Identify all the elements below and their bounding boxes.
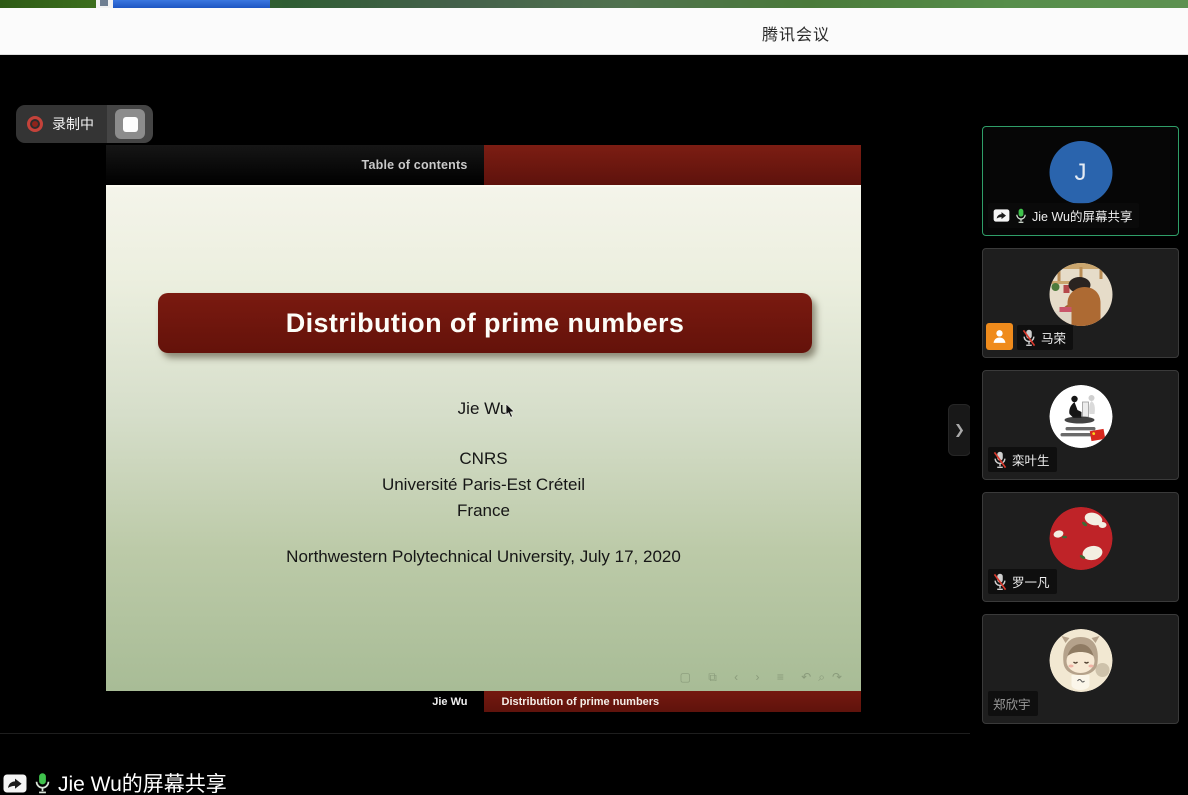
- recording-control: 录制中: [16, 105, 153, 143]
- screen-share-icon: [3, 774, 27, 793]
- participant-label: Jie Wu的屏幕共享: [988, 203, 1139, 228]
- mic-on-icon: [1015, 208, 1027, 224]
- recording-indicator: 录制中: [16, 105, 107, 143]
- beamer-navigation-icons[interactable]: ▢ ⧉ ‹ › ≡ ↶⌕↷: [680, 670, 849, 685]
- slide-footer-title: Distribution of prime numbers: [502, 696, 660, 708]
- slide-author: Jie Wu: [106, 399, 861, 419]
- affiliation-line: France: [106, 498, 861, 524]
- participant-label: 郑欣宇: [988, 691, 1038, 716]
- avatar-floral: [1049, 507, 1112, 570]
- bottom-share-banner: Jie Wu的屏幕共享: [3, 768, 227, 795]
- affiliation-line: Université Paris-Est Créteil: [106, 472, 861, 498]
- participant-name: 马荣: [1041, 328, 1066, 347]
- slide-main-title: Distribution of prime numbers: [286, 308, 685, 339]
- avatar-cartoon: [1049, 629, 1112, 692]
- slide-footer-left: Jie Wu: [106, 691, 484, 712]
- slide-event-line: Northwestern Polytechnical University, J…: [106, 547, 861, 567]
- screen-share-icon: [993, 209, 1010, 222]
- avatar-initial: J: [1075, 159, 1087, 187]
- slide-header: Table of contents: [106, 145, 861, 185]
- avatar-photo: [1049, 263, 1112, 326]
- slide-footer-right: Distribution of prime numbers: [484, 691, 862, 712]
- screen-share-stage: 录制中 Table of contents Distribution of pr…: [0, 55, 970, 795]
- share-banner-label: Jie Wu的屏幕共享: [58, 768, 227, 795]
- participant-name: Jie Wu的屏幕共享: [1032, 206, 1132, 225]
- collapse-sidebar-handle[interactable]: ❯: [948, 404, 971, 456]
- mic-muted-icon: [993, 573, 1007, 591]
- slide-header-title: Table of contents: [362, 158, 468, 172]
- slide-footer-author: Jie Wu: [432, 696, 467, 708]
- chevron-right-icon: ❯: [954, 422, 965, 438]
- participant-label: 罗一凡: [988, 569, 1057, 594]
- participant-tile-jiewu[interactable]: J Jie Wu的屏幕共享: [982, 126, 1179, 236]
- background-window-titlebar: [113, 0, 270, 8]
- desktop-background: [0, 0, 1188, 8]
- window-titlebar: 腾讯会议: [0, 8, 1188, 55]
- participant-tile-marong[interactable]: 马荣: [982, 248, 1179, 358]
- stop-square-glyph: [123, 117, 138, 132]
- mic-on-icon: [34, 772, 51, 795]
- background-window-icon: [100, 0, 108, 6]
- window-title: 腾讯会议: [762, 21, 830, 45]
- participants-sidebar: J Jie Wu的屏幕共享: [970, 55, 1188, 795]
- mouse-cursor-icon: [505, 403, 516, 419]
- participant-name: 郑欣宇: [993, 694, 1031, 713]
- participant-tile-luanyesheng[interactable]: 栾叶生: [982, 370, 1179, 480]
- slide-title-box: Distribution of prime numbers: [158, 293, 812, 353]
- slide-header-left: Table of contents: [106, 145, 484, 185]
- avatar-illustration: [1049, 385, 1112, 448]
- meeting-window: 腾讯会议 录制中 Table of contents: [0, 0, 1188, 795]
- affiliation-line: CNRS: [106, 446, 861, 472]
- recording-dot-icon: [27, 116, 43, 132]
- stop-recording-button[interactable]: [107, 105, 153, 143]
- slide-body: Distribution of prime numbers Jie Wu CNR…: [106, 185, 861, 691]
- participant-name: 罗一凡: [1012, 572, 1050, 591]
- participant-tile-zhengxinyu[interactable]: 郑欣宇: [982, 614, 1179, 724]
- avatar-letter: J: [1049, 141, 1112, 204]
- host-badge-icon: [986, 323, 1013, 350]
- slide-footer: Jie Wu Distribution of prime numbers: [106, 691, 861, 712]
- mic-muted-icon: [1022, 329, 1036, 347]
- recording-label: 录制中: [52, 114, 94, 134]
- participant-tile-luoyifan[interactable]: 罗一凡: [982, 492, 1179, 602]
- presentation-slide: Table of contents Distribution of prime …: [106, 145, 861, 712]
- slide-author-block: Jie Wu CNRS Université Paris-Est Créteil…: [106, 399, 861, 567]
- participant-name: 栾叶生: [1012, 450, 1050, 469]
- stop-icon: [115, 109, 145, 139]
- participant-label: 马荣: [1017, 325, 1073, 350]
- participant-label: 栾叶生: [988, 447, 1057, 472]
- slide-affiliations: CNRS Université Paris-Est Créteil France: [106, 446, 861, 524]
- slide-header-right: [484, 145, 862, 185]
- stage-bottom-divider: [0, 733, 970, 734]
- mic-muted-icon: [993, 451, 1007, 469]
